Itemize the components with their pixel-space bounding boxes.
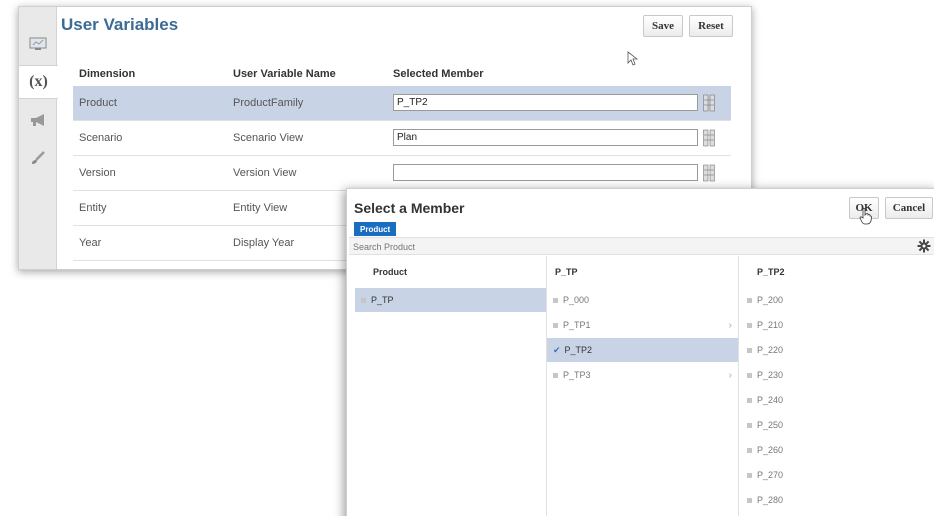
list-item-label: P_240 [757, 395, 784, 405]
selected-member-input[interactable]: P_TP2 [393, 94, 698, 111]
gear-icon[interactable] [917, 239, 931, 253]
dimension-cell: Year [79, 237, 102, 249]
list-item[interactable]: P_210 [739, 313, 934, 337]
table-row[interactable]: Product ProductFamily P_TP2 [73, 86, 731, 121]
sidebar-item-user-variables[interactable]: (x) [19, 65, 58, 99]
member-bullet-icon [553, 372, 558, 378]
list-item-label: P_TP3 [563, 370, 591, 380]
list-item-label: P_TP2 [564, 345, 593, 355]
dimension-cell: Product [79, 97, 117, 109]
sidebar-item-dashboard[interactable] [19, 27, 57, 61]
list-item[interactable]: P_250 [739, 413, 934, 437]
variable-name-cell: Version View [233, 167, 297, 179]
list-item[interactable]: ✔ P_TP2 [547, 338, 738, 362]
member-bullet-icon [747, 422, 752, 428]
list-item[interactable]: P_220 [739, 338, 934, 362]
member-bullet-icon [747, 447, 752, 453]
megaphone-icon [31, 114, 44, 126]
variable-name-cell: Scenario View [233, 132, 304, 144]
list-item-label: P_280 [757, 495, 784, 505]
list-item[interactable]: P_200 [739, 288, 934, 312]
table-header: Dimension User Variable Name Selected Me… [73, 62, 731, 86]
search-input[interactable] [353, 239, 893, 254]
sidebar: (x) [19, 7, 58, 269]
member-bullet-icon [747, 472, 752, 478]
list-item-label: P_250 [757, 420, 784, 430]
member-bullet-icon [747, 372, 752, 378]
selected-member-input[interactable] [393, 164, 698, 181]
column-header: P_TP2 [757, 267, 785, 277]
monitor-icon [29, 37, 47, 50]
variable-name-cell: ProductFamily [233, 97, 304, 109]
list-item-label: P_TP1 [563, 320, 591, 330]
column-p-tp2: P_TP2 P_200 P_210 P_220 P_230 P_240 P_25… [739, 256, 934, 516]
list-item-label: P_260 [757, 445, 784, 455]
list-item[interactable]: P_280 [739, 488, 934, 512]
list-item[interactable]: P_240 [739, 388, 934, 412]
member-bullet-icon [747, 397, 752, 403]
list-item-label: P_270 [757, 470, 784, 480]
list-item[interactable]: P_260 [739, 438, 934, 462]
member-bullet-icon [747, 497, 752, 503]
select-member-dialog: Select a Member OK Cancel Product Produc… [346, 188, 934, 516]
list-item-label: P_000 [563, 295, 590, 305]
variable-name-cell: Entity View [233, 202, 288, 214]
column-header-variable-name: User Variable Name [233, 68, 336, 80]
member-bullet-icon [553, 297, 558, 303]
reset-button[interactable]: Reset [689, 15, 733, 37]
dimension-cell: Scenario [79, 132, 123, 144]
member-bullet-icon [747, 297, 752, 303]
list-item-label: P_200 [757, 295, 784, 305]
cancel-button[interactable]: Cancel [885, 197, 933, 219]
list-item-label: P_230 [757, 370, 784, 380]
column-product: Product P_TP [355, 256, 547, 516]
dialog-title: Select a Member [354, 200, 465, 216]
member-selector-icon[interactable] [703, 129, 715, 147]
search-bar [349, 237, 934, 255]
check-icon: ✔ [553, 344, 561, 355]
sidebar-item-announcements[interactable] [19, 103, 57, 137]
table-row[interactable]: Scenario Scenario View Plan [73, 121, 731, 156]
member-bullet-icon [361, 297, 366, 303]
list-item[interactable]: P_TP [355, 288, 546, 312]
list-item[interactable]: P_000 [547, 288, 738, 312]
list-item[interactable]: P_270 [739, 463, 934, 487]
column-header-selected-member: Selected Member [393, 68, 484, 80]
sidebar-item-appearance[interactable] [19, 141, 57, 175]
member-bullet-icon [747, 347, 752, 353]
list-item[interactable]: P_230 [739, 363, 934, 387]
column-header: P_TP [555, 267, 578, 277]
list-item-label: P_TP [371, 295, 394, 305]
table-row[interactable]: Version Version View [73, 156, 731, 191]
selected-member-input[interactable]: Plan [393, 129, 698, 146]
chevron-right-icon[interactable]: › [729, 320, 732, 331]
member-bullet-icon [553, 322, 558, 328]
list-item-label: P_220 [757, 345, 784, 355]
chevron-right-icon[interactable]: › [729, 370, 732, 381]
dimension-cell: Entity [79, 202, 107, 214]
page-title: User Variables [61, 15, 179, 34]
list-item[interactable]: P_TP3 › [547, 363, 738, 387]
variable-name-cell: Display Year [233, 237, 295, 249]
variable-icon: (x) [29, 73, 48, 90]
list-item[interactable]: P_TP1 › [547, 313, 738, 337]
list-item-label: P_210 [757, 320, 784, 330]
hand-cursor-icon [859, 207, 872, 225]
member-bullet-icon [747, 322, 752, 328]
member-selector-icon[interactable] [703, 94, 715, 112]
brush-icon [32, 151, 45, 164]
save-button[interactable]: Save [643, 15, 683, 37]
column-p-tp: P_TP P_000 P_TP1 › ✔ P_TP2 P_TP3 › [547, 256, 739, 516]
dimension-cell: Version [79, 167, 116, 179]
column-header: Product [373, 267, 408, 277]
member-selector-icon[interactable] [703, 164, 715, 182]
tab-product[interactable]: Product [354, 222, 397, 236]
column-header-dimension: Dimension [79, 68, 136, 80]
